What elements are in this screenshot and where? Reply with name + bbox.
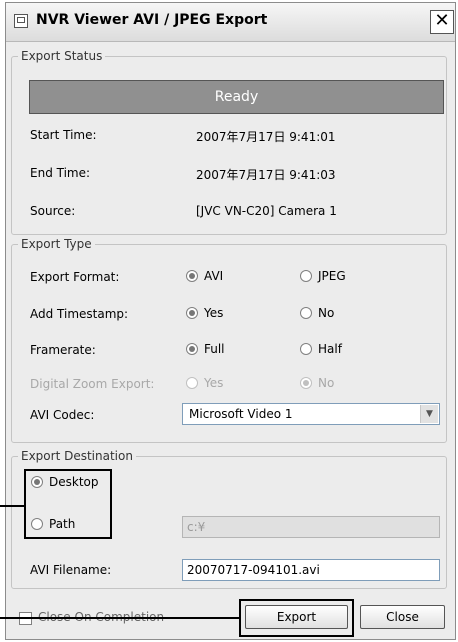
- avi-filename-input[interactable]: 20070717-094101.avi: [182, 559, 440, 581]
- radio-indicator[interactable]: [186, 343, 198, 355]
- zoom-no-label: No: [318, 376, 335, 390]
- avi-codec-label: AVI Codec:: [30, 408, 95, 422]
- radio-indicator[interactable]: [31, 518, 43, 530]
- radio-indicator[interactable]: [186, 270, 198, 282]
- path-input[interactable]: c:¥: [182, 516, 440, 538]
- radio-indicator[interactable]: [300, 377, 312, 389]
- desktop-label: Desktop: [49, 475, 99, 489]
- export-button[interactable]: Export: [245, 605, 348, 629]
- framerate-full-label: Full: [204, 342, 225, 356]
- framerate-radio-half[interactable]: Half: [300, 342, 342, 356]
- framerate-radio-full[interactable]: Full: [186, 342, 225, 356]
- source-value: [JVC VN-C20] Camera 1: [196, 204, 337, 218]
- zoom-radio-no[interactable]: No: [300, 376, 334, 390]
- radio-indicator[interactable]: [186, 307, 198, 319]
- framerate-half-label: Half: [318, 342, 342, 356]
- radio-indicator[interactable]: [300, 307, 312, 319]
- format-jpeg-label: JPEG: [318, 269, 346, 283]
- format-avi-label: AVI: [204, 269, 224, 283]
- zoom-radio-yes[interactable]: Yes: [186, 376, 223, 390]
- format-radio-avi[interactable]: AVI: [186, 269, 223, 283]
- source-label: Source:: [30, 204, 76, 218]
- title-bar[interactable]: NVR Viewer AVI / JPEG Export ✕: [6, 3, 455, 42]
- end-time-label: End Time:: [30, 166, 91, 180]
- timestamp-radio-yes[interactable]: Yes: [186, 306, 223, 320]
- path-label: Path: [49, 517, 76, 531]
- codec-selected-value: Microsoft Video 1: [189, 407, 293, 421]
- timestamp-radio-no[interactable]: No: [300, 306, 334, 320]
- close-icon[interactable]: ✕: [430, 10, 454, 34]
- export-destination-legend: Export Destination: [21, 449, 133, 463]
- radio-indicator[interactable]: [31, 476, 43, 488]
- app-icon: [14, 14, 28, 28]
- callout-line: [0, 617, 240, 619]
- destination-radio-path[interactable]: Path: [31, 517, 75, 531]
- avi-filename-label: AVI Filename:: [30, 563, 112, 577]
- add-timestamp-label: Add Timestamp:: [30, 307, 129, 321]
- close-button[interactable]: Close: [360, 605, 445, 629]
- export-format-label: Export Format:: [30, 270, 120, 284]
- framerate-label: Framerate:: [30, 343, 96, 357]
- avi-codec-select[interactable]: Microsoft Video 1 ▼: [182, 403, 440, 425]
- callout-line: [0, 505, 24, 507]
- end-time-value: 2007年7月17日 9:41:03: [196, 168, 336, 182]
- destination-radio-desktop[interactable]: Desktop: [31, 475, 99, 489]
- chevron-down-icon[interactable]: ▼: [420, 405, 438, 423]
- radio-indicator[interactable]: [300, 343, 312, 355]
- radio-indicator[interactable]: [186, 377, 198, 389]
- window-title: NVR Viewer AVI / JPEG Export: [36, 12, 268, 28]
- timestamp-no-label: No: [318, 306, 335, 320]
- radio-indicator[interactable]: [300, 270, 312, 282]
- export-type-legend: Export Type: [21, 237, 92, 251]
- start-time-label: Start Time:: [30, 128, 97, 142]
- timestamp-yes-label: Yes: [204, 306, 224, 320]
- export-status-legend: Export Status: [21, 49, 103, 63]
- format-radio-jpeg[interactable]: JPEG: [300, 269, 346, 283]
- zoom-yes-label: Yes: [204, 376, 224, 390]
- digital-zoom-label: Digital Zoom Export:: [30, 377, 155, 391]
- start-time-value: 2007年7月17日 9:41:01: [196, 130, 336, 144]
- status-bar: Ready: [29, 80, 444, 114]
